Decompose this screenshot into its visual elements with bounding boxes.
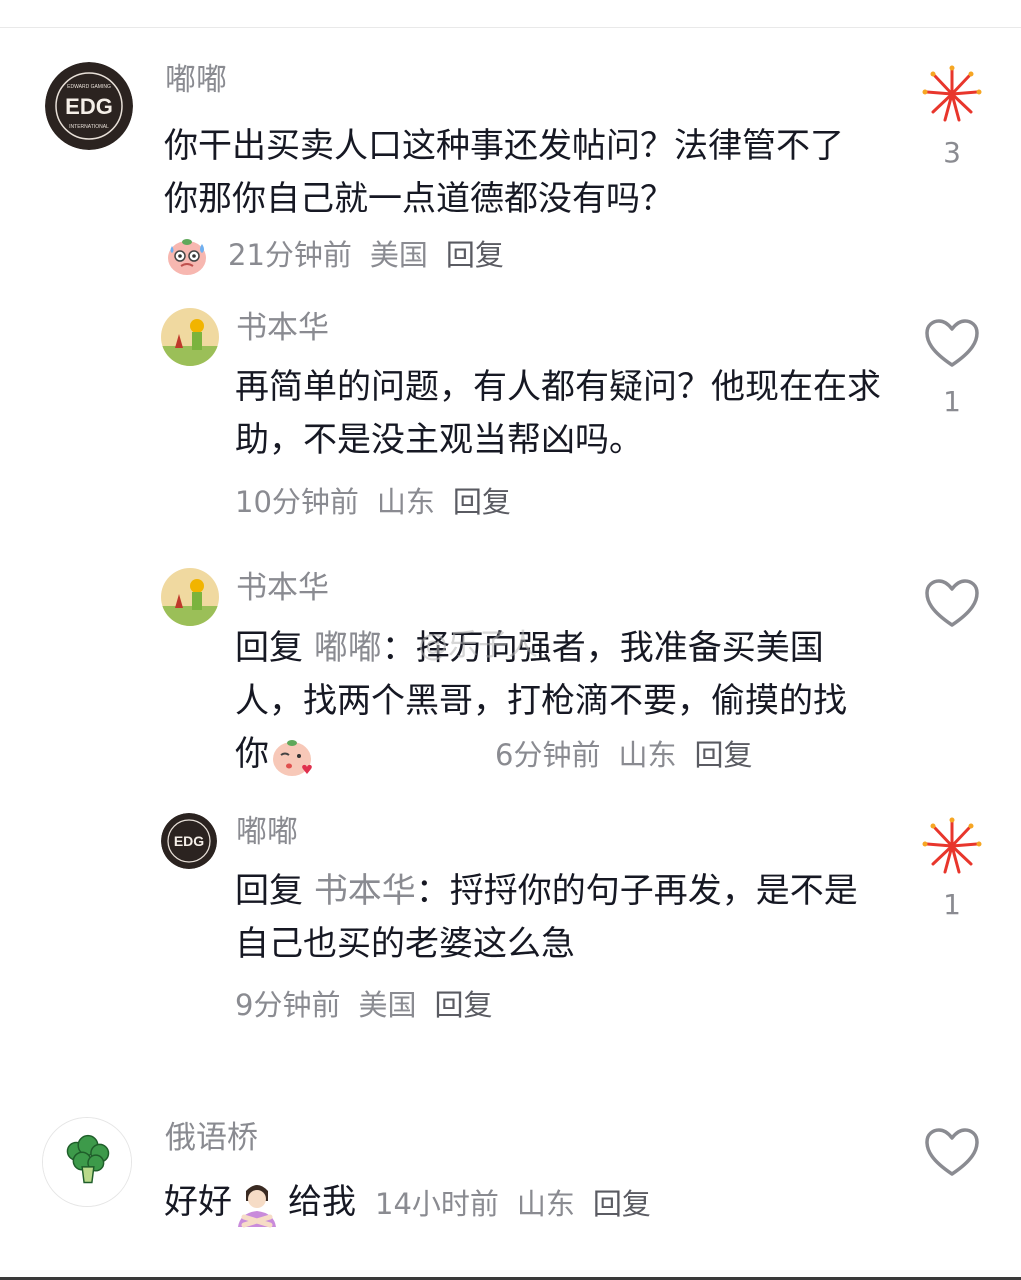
avatar-little-prince[interactable] bbox=[161, 308, 219, 366]
reply-meta: 6分钟前 山东 回复 bbox=[495, 735, 770, 775]
like-button[interactable]: 1 bbox=[917, 313, 987, 419]
like-count: 1 bbox=[943, 888, 961, 921]
comment-text-after-emoji: 给我 bbox=[288, 1182, 356, 1222]
comment-time: 21分钟前 bbox=[228, 238, 352, 272]
like-count: 3 bbox=[943, 136, 961, 169]
heart-outline-icon bbox=[925, 319, 979, 367]
reply-text: 再简单的问题，有人都有疑问？他现在在求助，不是没主观当帮凶吗。 bbox=[235, 367, 881, 460]
svg-text:EDWARD GAMING: EDWARD GAMING bbox=[67, 84, 111, 90]
weibo-watermark: @乐子人 bbox=[418, 628, 538, 663]
avatar-broccoli[interactable] bbox=[42, 1117, 132, 1207]
reply-time: 10分钟前 bbox=[235, 485, 359, 519]
avatar-little-prince[interactable] bbox=[161, 568, 219, 626]
comment-time: 14小时前 bbox=[375, 1187, 499, 1221]
reply-prefix: 回复 bbox=[235, 628, 303, 668]
blowing-kiss-emoji-icon bbox=[269, 733, 315, 779]
comment-text: 好好 bbox=[164, 1182, 232, 1222]
person-crossed-arms-emoji-icon bbox=[232, 1179, 282, 1229]
like-count: 1 bbox=[943, 385, 961, 418]
reply-target-user[interactable]: 书本华 bbox=[314, 871, 416, 911]
like-button[interactable]: 3 bbox=[917, 64, 987, 170]
reply-meta: 10分钟前 山东 回复 bbox=[235, 482, 529, 522]
like-button[interactable] bbox=[917, 573, 987, 635]
reply-location: 山东 bbox=[618, 738, 677, 772]
fireworks-icon bbox=[922, 65, 982, 122]
comment-location: 山东 bbox=[516, 1187, 575, 1221]
reply-username[interactable]: 嘟嘟 bbox=[236, 812, 298, 852]
reply-username[interactable]: 书本华 bbox=[236, 308, 329, 348]
comment-meta: 21分钟前 美国 回复 bbox=[164, 232, 522, 278]
reply-text-block: 回复 书本华：捋捋你的句子再发，是不是自己也买的老婆这么急 bbox=[235, 865, 875, 971]
svg-text:EDG: EDG bbox=[174, 833, 204, 849]
comment-username[interactable]: 嘟嘟 bbox=[165, 60, 227, 100]
comment-meta: 14小时前 山东 回复 bbox=[375, 1184, 669, 1224]
comment-text: 你干出买卖人口这种事还发帖问？法律管不了你那你自己就一点道德都没有吗？ bbox=[164, 126, 844, 219]
avatar-edg[interactable]: EDG EDWARD GAMING INTERNATIONAL bbox=[45, 62, 133, 150]
svg-text:EDG: EDG bbox=[65, 94, 113, 119]
reply-target-user[interactable]: 嘟嘟 bbox=[314, 628, 382, 668]
reply-button[interactable]: 回复 bbox=[434, 985, 492, 1025]
reply-button[interactable]: 回复 bbox=[446, 235, 504, 275]
comment-text-block: 好好 给我 bbox=[164, 1176, 384, 1229]
heart-outline-icon bbox=[925, 1128, 979, 1176]
sweating-face-emoji-icon bbox=[164, 232, 210, 278]
like-button[interactable] bbox=[917, 1122, 987, 1184]
reply-button[interactable]: 回复 bbox=[694, 735, 752, 775]
heart-outline-icon bbox=[925, 579, 979, 627]
fireworks-icon bbox=[922, 817, 982, 874]
reply-username[interactable]: 书本华 bbox=[236, 568, 329, 608]
avatar-edg[interactable]: EDG bbox=[161, 813, 217, 869]
comment-username[interactable]: 俄语桥 bbox=[165, 1118, 258, 1158]
reply-location: 山东 bbox=[376, 485, 435, 519]
reply-button[interactable]: 回复 bbox=[593, 1184, 651, 1224]
top-divider bbox=[0, 0, 1021, 28]
reply-time: 6分钟前 bbox=[495, 738, 601, 772]
reply-prefix: 回复 bbox=[235, 871, 303, 911]
svg-text:INTERNATIONAL: INTERNATIONAL bbox=[69, 124, 109, 130]
comment-location: 美国 bbox=[369, 238, 428, 272]
like-button[interactable]: 1 bbox=[917, 816, 987, 922]
reply-button[interactable]: 回复 bbox=[453, 482, 511, 522]
reply-location: 美国 bbox=[358, 988, 417, 1022]
reply-time: 9分钟前 bbox=[235, 988, 341, 1022]
reply-meta: 9分钟前 美国 回复 bbox=[235, 985, 510, 1025]
